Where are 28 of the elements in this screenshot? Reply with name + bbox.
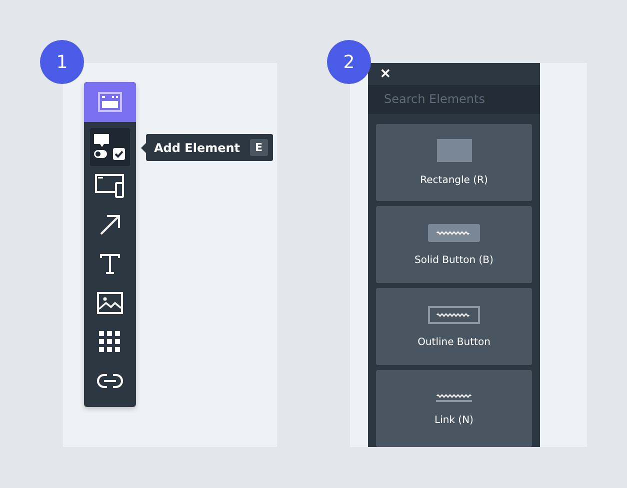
arrow-icon — [99, 214, 121, 236]
solid-button-preview-icon — [428, 224, 480, 242]
link-icon — [96, 373, 124, 389]
shortcut-key: E — [250, 139, 268, 156]
grid-icon — [99, 331, 121, 353]
element-card[interactable]: Link (N) — [376, 370, 532, 447]
text-icon — [99, 253, 121, 275]
elements-icon — [93, 133, 127, 161]
element-card[interactable]: Outline Button — [376, 288, 532, 365]
element-card[interactable]: Rectangle (R) — [376, 124, 532, 201]
card-label: Solid Button (B) — [414, 254, 494, 266]
devices-icon — [95, 174, 125, 198]
close-button[interactable]: ✕ — [380, 66, 391, 82]
image-icon — [97, 292, 123, 314]
tooltip-label: Add Element — [154, 140, 240, 154]
rectangle-preview-icon — [436, 139, 472, 162]
step-badge: 2 — [327, 40, 371, 84]
window-icon — [98, 92, 122, 112]
search-field[interactable]: Search Elements — [368, 84, 540, 114]
card-label: Outline Button — [418, 336, 490, 348]
card-label: Link (N) — [434, 414, 474, 426]
element-card[interactable]: Solid Button (B) — [376, 206, 532, 283]
toolbar-button[interactable] — [90, 128, 130, 166]
toolbar-header-button[interactable] — [84, 82, 136, 122]
card-label: Rectangle (R) — [420, 175, 488, 186]
link-preview-icon — [436, 392, 472, 402]
outline-button-preview-icon — [428, 306, 480, 324]
step-badge: 1 — [40, 40, 84, 84]
